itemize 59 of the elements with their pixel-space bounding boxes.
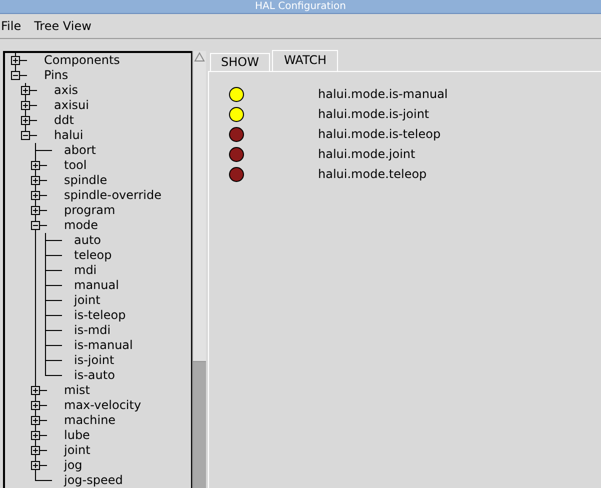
pin-name: halui.mode.teleop	[318, 167, 427, 181]
up-arrow-icon[interactable]	[194, 52, 205, 62]
collapse-icon[interactable]	[21, 131, 30, 140]
tree-item[interactable]: spindle	[61, 173, 108, 188]
tree-item[interactable]: lube	[61, 428, 90, 443]
tab[interactable]: SHOW	[210, 53, 270, 71]
pin-name: halui.mode.is-manual	[318, 87, 448, 101]
scrollbar[interactable]	[192, 51, 206, 488]
expand-icon[interactable]	[31, 386, 40, 395]
tree-item[interactable]: axis	[51, 83, 78, 98]
expand-icon[interactable]	[21, 86, 30, 95]
menu-item[interactable]: File	[0, 18, 22, 34]
tree-item[interactable]: is-auto	[71, 368, 115, 383]
tree-item[interactable]: manual	[71, 278, 119, 293]
expand-icon[interactable]	[31, 191, 40, 200]
expand-icon[interactable]	[21, 116, 30, 125]
tree-item[interactable]: Pins	[41, 68, 68, 83]
window-title: HAL Configuration	[255, 0, 346, 13]
tree-item[interactable]: teleop	[71, 248, 112, 263]
tree-item[interactable]: mode	[61, 218, 98, 233]
tree-item[interactable]: axisui	[51, 98, 89, 113]
tree-item[interactable]: is-mdi	[71, 323, 111, 338]
tree-item[interactable]: halui	[51, 128, 84, 143]
tree-item[interactable]: mdi	[71, 263, 97, 278]
scroll-thumb[interactable]	[193, 51, 206, 362]
expand-icon[interactable]	[31, 206, 40, 215]
tree-item[interactable]: program	[61, 203, 116, 218]
tree-item[interactable]: abort	[61, 143, 96, 158]
tree-item[interactable]: auto	[71, 233, 102, 248]
tree-item[interactable]: mist	[61, 383, 90, 398]
pin-name: halui.mode.is-joint	[318, 107, 430, 121]
tree-item[interactable]: jog-speed	[61, 473, 123, 488]
tree-item[interactable]: is-manual	[71, 338, 133, 353]
tree-item[interactable]: Components	[41, 53, 120, 68]
pin-name: halui.mode.joint	[318, 147, 416, 161]
expand-icon[interactable]	[31, 401, 40, 410]
expand-icon[interactable]	[11, 56, 20, 65]
expand-icon[interactable]	[31, 416, 40, 425]
tree-item[interactable]: jog	[61, 458, 82, 473]
expand-icon[interactable]	[21, 101, 30, 110]
collapse-icon[interactable]	[31, 221, 40, 230]
expand-icon[interactable]	[31, 461, 40, 470]
tree-item[interactable]: joint	[61, 443, 90, 458]
menu-item[interactable]: Tree View	[33, 18, 92, 34]
tree-item[interactable]: machine	[61, 413, 116, 428]
tree-item[interactable]: ddt	[51, 113, 74, 128]
tree-item[interactable]: is-teleop	[71, 308, 126, 323]
tree-item[interactable]: is-joint	[71, 353, 114, 368]
expand-icon[interactable]	[31, 431, 40, 440]
tree-item[interactable]: spindle-override	[61, 188, 162, 203]
expand-icon[interactable]	[31, 446, 40, 455]
tree-item[interactable]: joint	[71, 293, 100, 308]
collapse-icon[interactable]	[11, 71, 20, 80]
expand-icon[interactable]	[31, 161, 40, 170]
tree-item[interactable]: max-velocity	[61, 398, 142, 413]
tree-item[interactable]: tool	[61, 158, 87, 173]
pin-name: halui.mode.is-teleop	[318, 127, 441, 141]
tab[interactable]: WATCH	[272, 50, 338, 71]
expand-icon[interactable]	[31, 176, 40, 185]
